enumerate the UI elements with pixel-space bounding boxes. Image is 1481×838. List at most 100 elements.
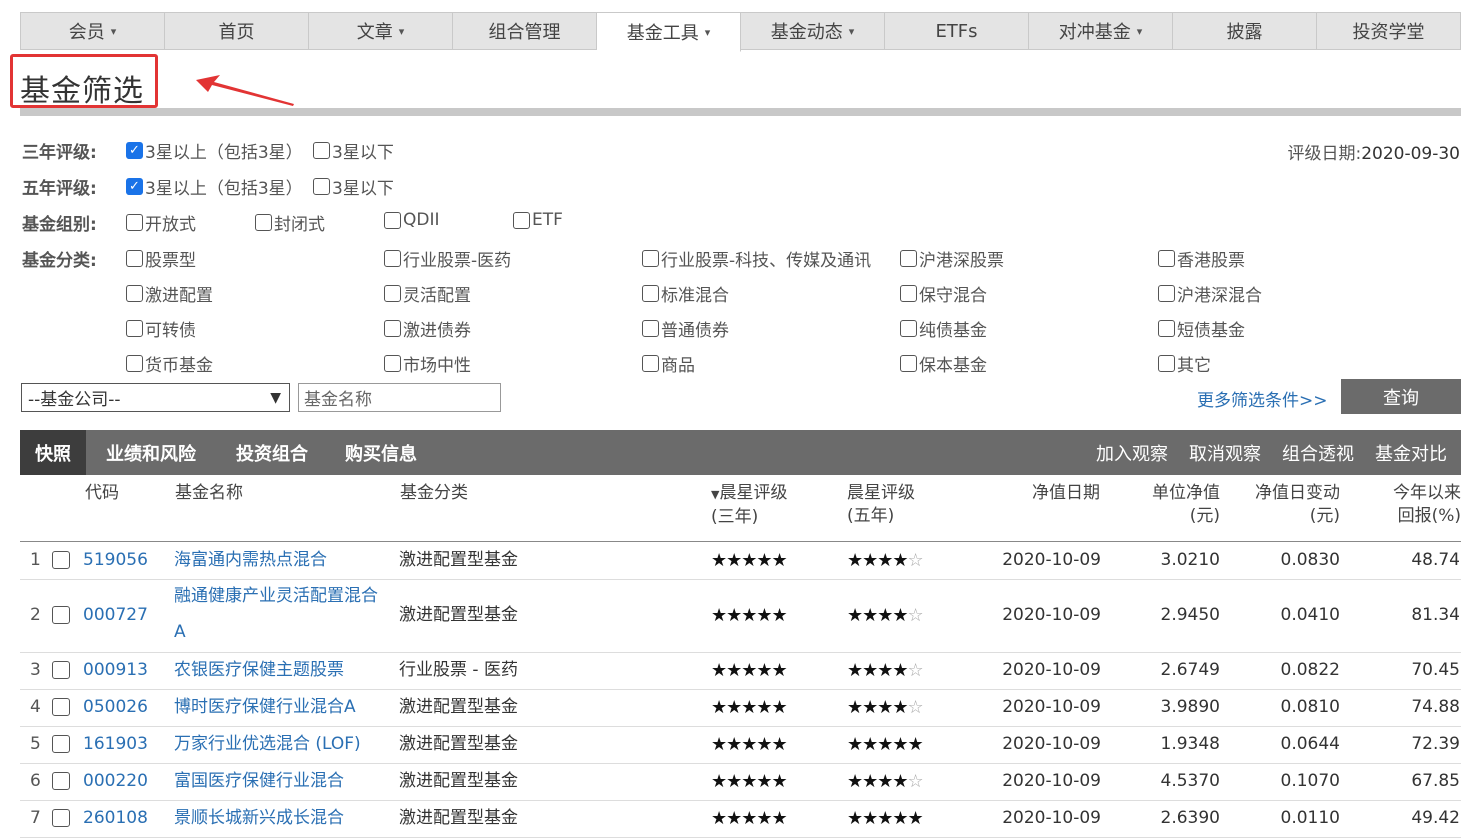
- rating-3yr-stars: ★★★★★: [711, 771, 788, 792]
- table-row: 2 000727 融通健康产业灵活配置混合 A 激进配置型基金 ★★★★★ ★★★★☆ 202…: [20, 579, 1461, 653]
- col-nav-change[interactable]: 净值日变动 (元): [1230, 482, 1340, 528]
- category-checkbox-1[interactable]: 行业股票-医药: [384, 246, 511, 271]
- fund-group-label: 基金组别:: [22, 215, 97, 235]
- portfolio-xray-button[interactable]: 组合透视: [1282, 430, 1354, 475]
- row-index: 4: [30, 697, 41, 717]
- row-checkbox[interactable]: [52, 698, 70, 716]
- nav-date: 2020-10-09: [1002, 808, 1101, 828]
- group-checkbox-1[interactable]: 封闭式: [255, 210, 325, 235]
- row-checkbox[interactable]: [52, 551, 70, 569]
- category-checkbox-9[interactable]: 沪港深混合: [1158, 281, 1262, 306]
- fund-name-link[interactable]: 博时医疗保健行业混合A: [174, 690, 356, 725]
- col-nav-date[interactable]: 净值日期: [1000, 482, 1100, 505]
- category-checkbox-2[interactable]: 行业股票-科技、传媒及通讯: [642, 246, 871, 271]
- rating-5yr-stars: ★★★★☆: [847, 660, 924, 681]
- category-checkbox-3[interactable]: 沪港深股票: [900, 246, 1004, 271]
- category-checkbox-5[interactable]: 激进配置: [126, 281, 213, 306]
- row-checkbox[interactable]: [52, 772, 70, 790]
- five-year-below3-checkbox[interactable]: 3星以下: [313, 174, 394, 199]
- nav-item-1[interactable]: 首页: [165, 13, 309, 49]
- fund-name-link[interactable]: 富国医疗保健行业混合: [174, 764, 344, 799]
- unit-nav: 2.9450: [1160, 605, 1220, 625]
- category-checkbox-4[interactable]: 香港股票: [1158, 246, 1245, 271]
- nav-item-0[interactable]: 会员 ▾: [21, 13, 165, 49]
- category-checkbox-16[interactable]: 市场中性: [384, 351, 471, 376]
- three-year-3plus-checkbox[interactable]: ✓ 3星以上（包括3星）: [126, 138, 303, 163]
- chevron-down-icon: ▼: [270, 389, 281, 406]
- rating-date: 评级日期:2020-09-30: [1287, 144, 1460, 164]
- row-index: 1: [30, 550, 41, 570]
- nav-change: 0.0822: [1280, 660, 1340, 680]
- group-checkbox-3[interactable]: ETF: [513, 210, 563, 230]
- category-checkbox-10[interactable]: 可转债: [126, 316, 196, 341]
- nav-item-7[interactable]: 对冲基金 ▾: [1029, 13, 1173, 49]
- category-checkbox-19[interactable]: 其它: [1158, 351, 1211, 376]
- col-ytd-return[interactable]: 今年以来 回报(%): [1360, 482, 1461, 528]
- category-checkbox-0[interactable]: 股票型: [126, 246, 196, 271]
- fund-name-link[interactable]: 海富通内需热点混合: [174, 543, 327, 578]
- three-year-below3-checkbox[interactable]: 3星以下: [313, 138, 394, 163]
- nav-item-9[interactable]: 投资学堂: [1317, 13, 1460, 49]
- nav-item-3[interactable]: 组合管理: [453, 13, 597, 49]
- col-category[interactable]: 基金分类: [400, 482, 468, 505]
- tab-performance-risk[interactable]: 业绩和风险: [106, 430, 196, 475]
- more-filters-link[interactable]: 更多筛选条件>>: [1197, 386, 1328, 411]
- nav-item-8[interactable]: 披露: [1173, 13, 1317, 49]
- fund-company-select[interactable]: --基金公司-- ▼: [21, 383, 290, 412]
- category-checkbox-11[interactable]: 激进债券: [384, 316, 471, 341]
- category-checkbox-18[interactable]: 保本基金: [900, 351, 987, 376]
- rating-5yr-stars: ★★★★★: [847, 734, 924, 755]
- fund-code-link[interactable]: 000727: [83, 598, 148, 633]
- row-checkbox[interactable]: [52, 809, 70, 827]
- query-button[interactable]: 查询: [1341, 379, 1461, 414]
- row-index: 2: [30, 605, 41, 625]
- group-checkbox-2[interactable]: QDII: [384, 210, 440, 230]
- fund-name-input[interactable]: 基金名称: [298, 383, 501, 412]
- col-rating-5yr[interactable]: 晨星评级 (五年): [847, 482, 915, 528]
- fund-code-link[interactable]: 260108: [83, 801, 148, 836]
- category-checkbox-8[interactable]: 保守混合: [900, 281, 987, 306]
- fund-name-link[interactable]: 景顺长城新兴成长混合: [174, 801, 344, 836]
- col-unit-nav[interactable]: 单位净值 (元): [1120, 482, 1220, 528]
- check-icon: ✓: [126, 142, 143, 159]
- fund-code-link[interactable]: 050026: [83, 690, 148, 725]
- category-checkbox-12[interactable]: 普通债券: [642, 316, 729, 341]
- ytd-return: 81.34: [1411, 605, 1460, 625]
- row-index: 6: [30, 771, 41, 791]
- col-name[interactable]: 基金名称: [175, 482, 243, 505]
- rating-5yr-stars: ★★★★☆: [847, 771, 924, 792]
- col-code[interactable]: 代码: [85, 482, 119, 505]
- group-checkbox-0[interactable]: 开放式: [126, 210, 196, 235]
- category-checkbox-7[interactable]: 标准混合: [642, 281, 729, 306]
- tab-purchase-info[interactable]: 购买信息: [345, 430, 417, 475]
- fund-code-link[interactable]: 000913: [83, 653, 148, 688]
- category-checkbox-6[interactable]: 灵活配置: [384, 281, 471, 306]
- fund-name-link[interactable]: 融通健康产业灵活配置混合: [174, 579, 378, 614]
- category-checkbox-14[interactable]: 短债基金: [1158, 316, 1245, 341]
- row-checkbox[interactable]: [52, 735, 70, 753]
- row-checkbox[interactable]: [52, 661, 70, 679]
- tab-snapshot[interactable]: 快照: [20, 430, 86, 475]
- fund-code-link[interactable]: 519056: [83, 543, 148, 578]
- add-watch-button[interactable]: 加入观察: [1096, 430, 1168, 475]
- fund-name-link-cont[interactable]: A: [174, 615, 186, 650]
- nav-item-5[interactable]: 基金动态 ▾: [741, 13, 885, 49]
- row-checkbox[interactable]: [52, 606, 70, 624]
- nav-change: 0.0410: [1280, 605, 1340, 625]
- tab-portfolio[interactable]: 投资组合: [236, 430, 308, 475]
- category-checkbox-13[interactable]: 纯债基金: [900, 316, 987, 341]
- remove-watch-button[interactable]: 取消观察: [1189, 430, 1261, 475]
- nav-item-4[interactable]: 基金工具 ▾: [597, 13, 741, 52]
- nav-item-2[interactable]: 文章 ▾: [309, 13, 453, 49]
- col-rating-3yr[interactable]: ▼晨星评级 (三年): [711, 482, 787, 529]
- category-checkbox-17[interactable]: 商品: [642, 351, 695, 376]
- fund-code-link[interactable]: 000220: [83, 764, 148, 799]
- category-checkbox-15[interactable]: 货币基金: [126, 351, 213, 376]
- fund-code-link[interactable]: 161903: [83, 727, 148, 762]
- ytd-return: 70.45: [1411, 660, 1460, 680]
- fund-name-link[interactable]: 农银医疗保健主题股票: [174, 653, 344, 688]
- nav-item-6[interactable]: ETFs: [885, 13, 1029, 49]
- fund-compare-button[interactable]: 基金对比: [1375, 430, 1447, 475]
- five-year-3plus-checkbox[interactable]: ✓ 3星以上（包括3星）: [126, 174, 303, 199]
- fund-name-link[interactable]: 万家行业优选混合 (LOF): [174, 727, 361, 762]
